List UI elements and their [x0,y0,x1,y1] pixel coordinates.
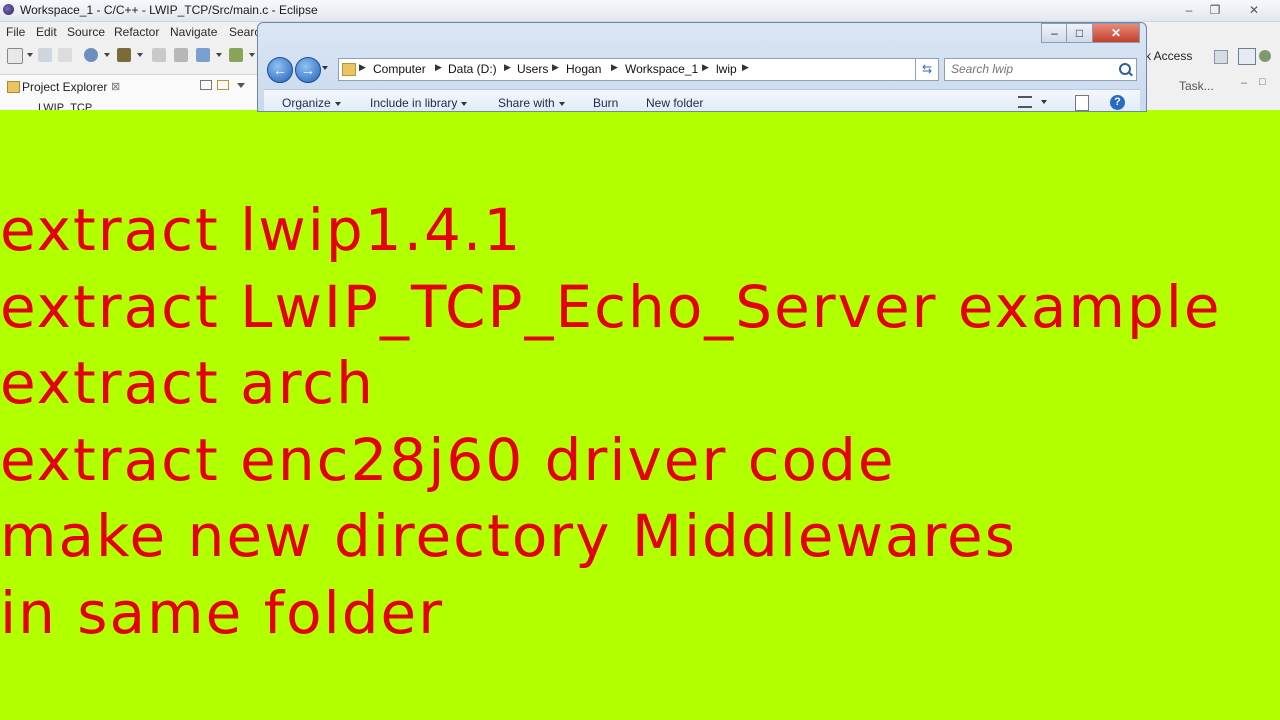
instruction-line-5: make new directory Middlewares [0,502,1017,570]
recent-pages-dropdown-icon[interactable] [322,66,328,70]
dropdown-arrow-icon[interactable] [27,53,33,57]
dropdown-arrow-icon[interactable] [249,53,255,57]
breadcrumb-users[interactable]: Users [517,62,548,76]
debug-icon[interactable] [152,48,166,62]
eclipse-window-title: Workspace_1 - C/C++ - LWIP_TCP/Src/main.… [20,3,318,17]
breadcrumb-data-drive[interactable]: Data (D:) [448,62,497,76]
skip-breakpoints-icon[interactable] [174,48,188,62]
instruction-line-4: extract enc28j60 driver code [0,425,896,494]
close-view-icon[interactable]: ⊠ [111,80,120,93]
eclipse-titlebar: Workspace_1 - C/C++ - LWIP_TCP/Src/main.… [0,0,1280,22]
menu-navigate[interactable]: Navigate [170,25,217,39]
menu-refactor[interactable]: Refactor [114,25,159,39]
share-with-button[interactable]: Share with [498,96,565,110]
eclipse-toolbar [0,42,260,70]
breadcrumb-chevron-icon[interactable]: ▶ [359,62,366,73]
refresh-icon[interactable]: ⇆ [915,58,939,81]
instruction-line-1: extract lwip1.4.1 [0,196,523,264]
open-perspective-icon[interactable] [1214,50,1228,64]
folder-icon [342,63,356,76]
minimize-view-icon[interactable]: – [1241,77,1247,89]
link-editor-icon[interactable] [217,80,229,90]
breadcrumb-chevron-icon[interactable]: ▶ [611,62,618,73]
back-arrow-icon[interactable]: ← [267,57,293,83]
dropdown-caret-icon [334,101,341,106]
breadcrumb-lwip[interactable]: lwip [716,62,737,76]
c-cpp-perspective-icon[interactable] [1238,48,1256,65]
file-explorer-window: – □ ✕ ← → ▶ Computer ▶ Data (D:) ▶ Users… [257,22,1147,112]
run-icon[interactable] [229,48,243,62]
collapse-all-icon[interactable] [200,80,212,90]
menu-source[interactable]: Source [67,25,105,39]
forward-arrow-icon[interactable]: → [295,57,321,83]
breadcrumb-computer[interactable]: Computer [373,62,426,76]
explorer-minimize-icon[interactable]: – [1041,23,1068,43]
folder-icon [7,81,20,93]
address-bar[interactable]: ▶ Computer ▶ Data (D:) ▶ Users ▶ Hogan ▶… [338,58,938,81]
dropdown-caret-icon [558,101,565,106]
include-in-library-label: Include in library [370,96,458,110]
breadcrumb-hogan[interactable]: Hogan [566,62,601,76]
new-project-icon[interactable] [196,48,210,62]
view-menu-icon[interactable] [237,83,245,88]
menu-search[interactable]: Searc [229,25,260,39]
new-folder-button[interactable]: New folder [646,96,703,110]
explorer-command-bar: Organize Include in library Share with B… [264,89,1140,111]
share-with-label: Share with [498,96,555,110]
change-view-icon[interactable] [1018,96,1032,108]
breadcrumb-chevron-icon[interactable]: ▶ [702,62,709,73]
project-explorer-tab-label[interactable]: Project Explorer [22,80,107,94]
help-icon[interactable]: ? [1110,95,1125,110]
dropdown-arrow-icon[interactable] [216,53,222,57]
instruction-line-6: in same folder [0,578,445,647]
minimize-icon[interactable]: – [1178,2,1200,18]
view-dropdown-icon[interactable] [1041,100,1047,104]
search-input[interactable] [945,59,1113,78]
quick-access-field[interactable]: k Access [1145,49,1192,63]
instruction-line-3: extract arch [0,349,375,417]
build-hammer-icon[interactable] [117,48,131,62]
build-settings-icon[interactable] [84,48,98,62]
tree-item-project[interactable]: LWIP_TCP [38,102,92,110]
dropdown-arrow-icon[interactable] [137,53,143,57]
organize-label: Organize [282,96,331,110]
explorer-maximize-icon[interactable]: □ [1066,23,1093,43]
breadcrumb-chevron-icon[interactable]: ▶ [435,62,442,73]
dropdown-caret-icon [461,101,468,106]
tasks-tab-label[interactable]: Task... [1179,79,1214,93]
breadcrumb-chevron-icon[interactable]: ▶ [552,62,559,73]
project-explorer-view: Project Explorer ⊠ LWIP_TCP [0,74,258,110]
restore-icon[interactable]: ❐ [1204,2,1226,18]
menu-edit[interactable]: Edit [36,25,57,39]
save-icon[interactable] [38,48,52,62]
new-file-icon[interactable] [7,48,23,64]
preview-pane-icon[interactable] [1075,95,1089,111]
burn-button[interactable]: Burn [593,96,618,110]
debug-perspective-icon[interactable] [1259,50,1271,62]
dropdown-arrow-icon[interactable] [104,53,110,57]
instruction-overlay: extract lwip1.4.1 extract LwIP_TCP_Echo_… [0,192,1280,651]
menu-file[interactable]: File [6,25,25,39]
eclipse-app-icon [3,4,14,15]
instruction-line-2: extract LwIP_TCP_Echo_Server example [0,272,1222,341]
eclipse-right-toolbar: k Access Task... – □ [1143,42,1280,108]
search-icon[interactable] [1119,63,1131,75]
save-all-icon[interactable] [58,48,72,62]
breadcrumb-chevron-icon[interactable]: ▶ [504,62,511,73]
search-box [944,58,1137,81]
organize-button[interactable]: Organize [282,96,341,110]
explorer-close-icon[interactable]: ✕ [1092,23,1140,43]
close-icon[interactable]: ✕ [1243,2,1265,18]
maximize-view-icon[interactable]: □ [1259,76,1266,88]
breadcrumb-chevron-icon[interactable]: ▶ [742,62,749,73]
breadcrumb-workspace[interactable]: Workspace_1 [625,62,698,76]
include-in-library-button[interactable]: Include in library [370,96,468,110]
